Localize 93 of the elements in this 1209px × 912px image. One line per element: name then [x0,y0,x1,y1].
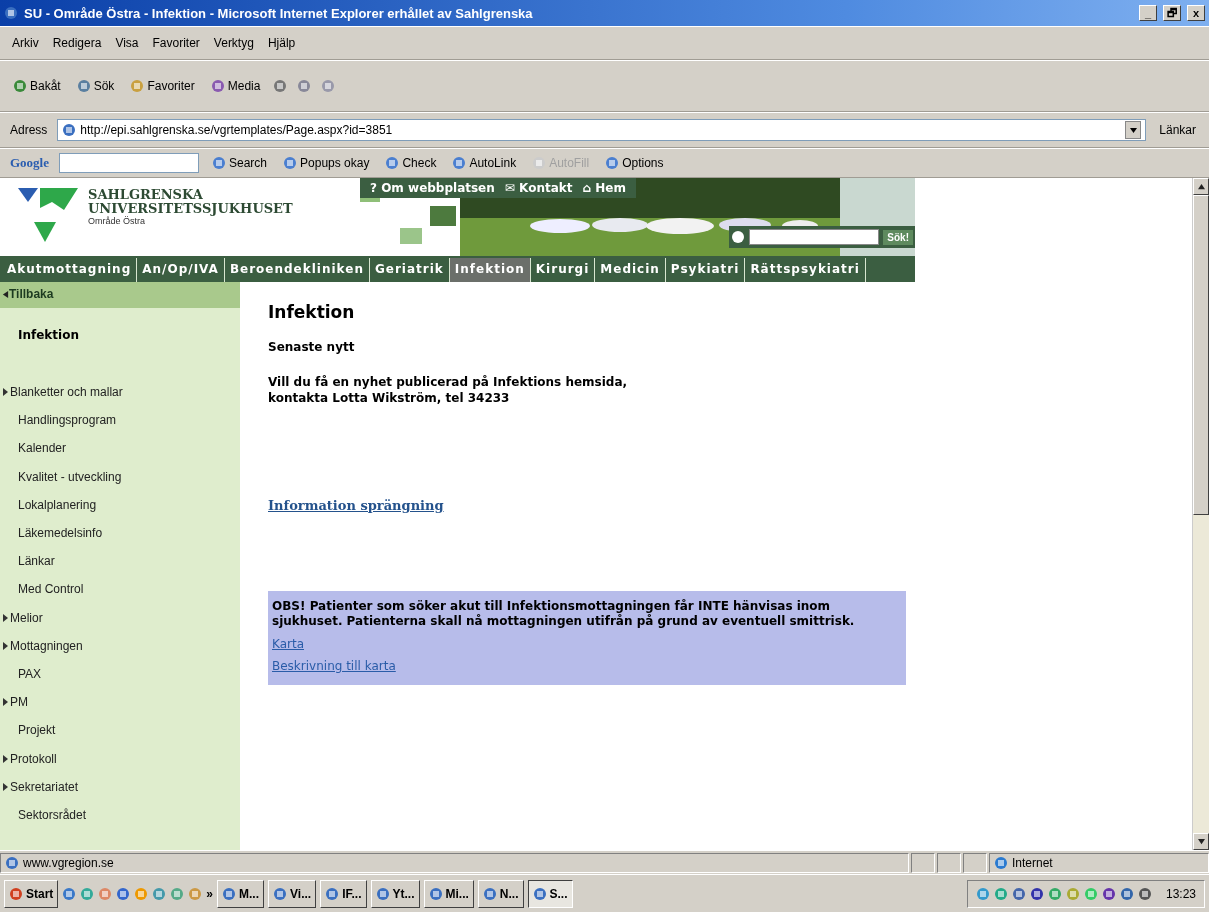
taskbar-button[interactable]: M... [217,879,265,908]
google-toolbar-button[interactable]: Check [382,155,440,171]
info-link[interactable]: Information sprängning [268,498,444,513]
more-button[interactable]: » [206,886,214,901]
dropdown-button[interactable] [1125,121,1142,139]
taskbar-button[interactable]: IF... [320,879,367,908]
nav-tab[interactable]: Geriatrik [369,258,450,282]
sidebar-item[interactable]: Mottagningen [0,631,240,660]
window-control[interactable]: 🗗 [1163,5,1181,21]
toolbar-button[interactable]: Favoriter [127,78,198,94]
status-panel [911,852,935,873]
sidebar-item[interactable]: Protokoll [0,744,240,773]
nav-tab[interactable]: Medicin [595,258,666,282]
notice-link[interactable]: Karta [272,637,304,651]
sidebar-heading: Infektion [17,327,80,344]
header-link[interactable]: ? Om webbplatsen [370,181,495,195]
google-search-field[interactable] [59,153,199,173]
menu-item[interactable]: Visa [113,36,141,50]
logo-name: SAHLGRENSKA [88,188,204,202]
triangle-icon [3,782,8,791]
taskbar-button[interactable]: N... [477,879,524,908]
google-toolbar-button[interactable]: Options [602,155,667,171]
go-button[interactable]: Sök! [883,229,913,245]
scroll-thumb[interactable] [1193,195,1209,515]
zone-text: Internet [1012,855,1053,870]
status-text: www.vgregion.se [23,855,114,870]
page-title: Infektion [268,302,356,322]
menu-item[interactable]: Arkiv [10,36,41,50]
menu-item[interactable]: Redigera [50,36,104,50]
sidebar-item[interactable]: PM [0,688,240,717]
sidebar-item[interactable]: Sekretariatet [0,772,240,801]
sidebar-item[interactable]: Med Control [0,575,240,604]
logo-name: UNIVERSITETSSJUKHUSET [88,202,293,216]
site-search-field[interactable] [749,229,880,245]
triangle-icon [3,641,8,650]
menu-item[interactable]: Hjälp [265,36,298,50]
intro-text: Vill du få en nyhet publicerad på Infektions hemsida, kontakta Lotta Wikström, tel 34233 [268,374,629,406]
logo-icon [18,188,80,244]
section-heading: Senaste nytt [268,340,356,354]
nav-tab[interactable]: Psykiatri [665,258,746,282]
back-link[interactable]: Tillbaka [0,282,240,308]
taskbar-button[interactable]: S... [527,879,573,908]
logo-area: Område Östra [88,216,293,226]
sidebar-item[interactable]: Handlingsprogram [0,406,240,435]
sidebar-item[interactable]: Kalender [0,434,240,463]
address-field[interactable]: http://epi.sahlgrenska.se/vgrtemplates/Page.aspx?id=3851 [57,119,1147,141]
taskbar-button[interactable]: Vi... [268,879,317,908]
links-button[interactable]: Länkar [1156,122,1199,138]
sidebar-item[interactable]: Projekt [0,716,240,745]
toolbar-button[interactable]: Sök [73,78,118,94]
menu-item[interactable]: Favoriter [150,36,202,50]
address-label: Adress [10,123,48,137]
status-panel [963,852,987,873]
left-arrow-icon [2,291,9,298]
triangle-icon [3,754,8,763]
sidebar-item[interactable]: Melior [0,603,240,632]
sidebar-item[interactable]: Blanketter och mallar [0,378,240,407]
caret-icon [1129,127,1137,133]
sidebar-item[interactable]: Sektorsrådet [0,800,240,829]
sidebar-item[interactable]: PAX [0,659,240,689]
google-toolbar-button[interactable]: AutoLink [449,155,520,171]
google-toolbar-button[interactable]: Popups okay [280,155,373,171]
sidebar-item[interactable]: Lokalplanering [0,490,240,519]
taskbar-button[interactable]: Mi... [423,879,474,908]
up-arrow-icon [1197,183,1205,190]
notice-text: OBS! Patienter som söker akut till Infektionsmottagningen får INTE hänvisas inom sjukhuset. Patienterna skall nå mottagningen utifrån på grund av eventuell smittrisk. [272,599,856,629]
start-button[interactable]: Start [4,879,59,908]
header-link[interactable]: ✉ Kontakt [504,181,573,195]
taskbar-button[interactable]: Yt... [370,879,420,908]
menu-item[interactable]: Verktyg [211,36,256,50]
triangle-icon [3,698,8,707]
window-control[interactable]: x [1187,5,1205,21]
sidebar-item[interactable]: Läkemedelsinfo [0,518,240,548]
window-title: SU - Område Östra - Infektion - Microsoft Internet Explorer erhållet av Sahlgrenska [24,5,534,21]
toolbar-button[interactable]: Media [207,78,264,94]
clock: 13:23 [1165,886,1196,901]
window-control[interactable]: _ [1139,5,1157,21]
triangle-icon [3,613,8,622]
notice-link[interactable]: Beskrivning till karta [272,659,396,673]
scroll-up-button[interactable] [1193,178,1209,195]
toolbar-button[interactable]: Bakåt [10,78,64,94]
triangle-icon [3,388,8,397]
header-link[interactable]: ⌂ Hem [582,181,626,195]
google-toolbar-button[interactable]: Search [209,155,271,171]
status-panel [937,852,961,873]
google-button[interactable]: Google [10,155,49,171]
sidebar-item[interactable]: Länkar [0,547,240,576]
sidebar-item[interactable]: Kvalitet - utveckling [0,462,240,491]
down-arrow-icon [1197,838,1205,845]
scroll-down-button[interactable] [1193,833,1209,850]
nav-tab[interactable]: Rättspsykiatri [745,258,866,282]
nav-tab[interactable]: Infektion [449,258,531,282]
nav-tab[interactable]: Kirurgi [530,258,596,282]
